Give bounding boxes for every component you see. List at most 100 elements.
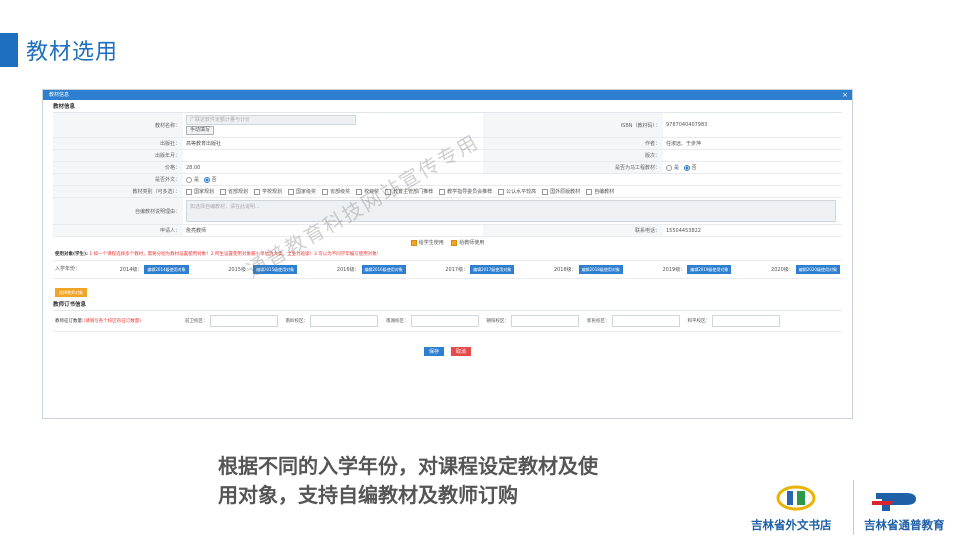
category-option[interactable]: 教学指导委员会推荐 [439, 188, 493, 195]
manual-entry-button[interactable]: 手动填写 [186, 126, 215, 135]
category-label: 教材类别（可多选）： [53, 185, 183, 198]
year-2017: 2017级： 编辑2017级使用对象 [445, 265, 515, 274]
textbook-name-input[interactable]: 广联达软件定额计量与计价 [186, 115, 356, 125]
caption-line-1: 根据不同的入学年份，对课程设定教材及使 [218, 454, 598, 478]
category-label-text: 学校规划 [262, 189, 283, 195]
student-use-checkbox[interactable] [410, 239, 417, 246]
category-option[interactable]: 省部规划 [220, 188, 248, 195]
foreign-no-radio[interactable] [203, 176, 210, 183]
marx-yes-radio[interactable] [666, 164, 672, 171]
campus-label: 新民校区： [587, 319, 610, 324]
self-reason-label: 自编教材说明理由： [53, 197, 183, 225]
self-reason-textarea[interactable]: 如选择自编教材，请在此说明... [186, 200, 836, 222]
logo-divider [853, 480, 854, 535]
order-label: 教师征订数量: [55, 319, 84, 324]
marx-no-label: 否 [691, 165, 697, 171]
category-checkbox[interactable] [254, 188, 261, 195]
cancel-button[interactable]: 取消 [451, 347, 472, 356]
usage-notice: 使用对象(学生): 1.如一个课程选择多个教材，需要分别为教材设置使用对象！2.… [53, 248, 842, 261]
category-checkbox[interactable] [385, 188, 392, 195]
dialog-title: 教材信息 [49, 92, 70, 98]
category-option[interactable]: 自编教材 [586, 188, 615, 195]
category-checkbox[interactable] [186, 188, 192, 195]
foreign-no-label: 否 [211, 177, 217, 183]
category-option[interactable]: 教育主管部门推荐 [385, 188, 433, 195]
edit-2017-button[interactable]: 编辑2017级使用对象 [470, 265, 515, 274]
year-label: 2017级： [445, 267, 469, 273]
campus-6-input[interactable] [712, 315, 780, 327]
category-option[interactable]: 公认水平较高 [498, 188, 536, 195]
select-teacher-button[interactable]: 选择教师对象 [55, 288, 87, 297]
foreign-yes-radio[interactable] [186, 176, 192, 183]
year-2014: 2014级： 编辑2014级使用对象 [120, 265, 189, 274]
pubdate-value [183, 149, 483, 162]
enroll-year-row: 入学年份： 2014级： 编辑2014级使用对象 2015级： 编辑2015级使用对… [53, 261, 842, 279]
slide-title: 教材选用 [26, 40, 119, 65]
campus-label: 和平校区： [687, 319, 711, 324]
category-label-text: 教学指导委员会推荐 [447, 189, 493, 195]
author-label: 作者： [483, 137, 663, 150]
category-option[interactable]: 校级奖 [356, 188, 379, 195]
category-option[interactable]: 学校规划 [254, 188, 283, 195]
year-2016: 2016级： 编辑2016级使用对象 [337, 265, 406, 274]
price-label: 价格： [53, 161, 183, 174]
category-checkbox[interactable] [356, 188, 363, 195]
edit-2020-button[interactable]: 编辑2020级使用对象 [795, 265, 840, 274]
campus-6: 和平校区： [687, 315, 780, 327]
teacher-use-checkbox[interactable] [451, 239, 458, 246]
category-checkbox[interactable] [288, 188, 295, 195]
edit-2014-button[interactable]: 编辑2014级使用对象 [144, 265, 189, 274]
category-option[interactable]: 省部级奖 [322, 188, 351, 195]
campus-3-input[interactable] [410, 315, 479, 327]
campus-1-input[interactable] [209, 315, 278, 327]
marx-no-radio[interactable] [683, 164, 690, 171]
phone-value: 15504453822 [663, 224, 842, 237]
campus-5-input[interactable] [611, 315, 680, 327]
marx-yes-label: 是 [674, 165, 680, 171]
dialog-titlebar: 教材信息 × [43, 90, 852, 100]
campus-2-input[interactable] [310, 315, 378, 327]
category-option[interactable]: 国家规划 [186, 188, 214, 195]
textbook-dialog: 教材信息 × 教材信息 教材名称： 广联达软件定额计量与计价 手动填写 ISBN… [42, 89, 853, 419]
teacher-use-label: 给教师使用 [459, 240, 485, 246]
publisher-label: 出版社： [53, 137, 183, 150]
usage-label: 使用对象(学生): [55, 252, 88, 257]
dialog-footer: 保存 取消 [53, 332, 842, 357]
category-checkbox[interactable] [220, 188, 227, 195]
campus-4-input[interactable] [511, 315, 579, 327]
close-icon[interactable]: × [842, 90, 848, 100]
save-button[interactable]: 保存 [423, 347, 444, 356]
section-textbook-info: 教材信息 [53, 102, 842, 113]
slide-caption: 根据不同的入学年份，对课程设定教材及使 用对象，支持自编教材及教师订购 [218, 452, 688, 510]
category-checkbox[interactable] [439, 188, 446, 195]
edit-2018-button[interactable]: 编辑2018级使用对象 [578, 265, 623, 274]
foreign-bookstore-logo-icon [776, 485, 816, 515]
category-checkbox[interactable] [498, 188, 505, 195]
edit-2019-button[interactable]: 编辑2019级使用对象 [687, 265, 732, 274]
category-option[interactable]: 国外原版教材 [542, 188, 580, 195]
title-accent-bar [0, 33, 18, 67]
campus-label: 南岭校区： [285, 319, 309, 324]
foreign-yes-label: 是 [194, 177, 200, 183]
edit-2015-button[interactable]: 编辑2015级使用对象 [252, 265, 298, 274]
category-checkbox[interactable] [542, 188, 549, 195]
isbn-value: 9787040407983 [663, 113, 842, 138]
author-value: 任淑远、于步萍 [663, 137, 842, 150]
year-2020: 2020级： 编辑2020级使用对象 [771, 265, 840, 274]
year-label: 2015级： [228, 267, 251, 273]
order-label-group: 教师征订数量:(请填写各个校区的征订数量) [55, 318, 185, 324]
edit-2016-button[interactable]: 编辑2016级使用对象 [361, 265, 406, 274]
category-option[interactable]: 国家级奖 [288, 188, 316, 195]
year-label: 2018级： [553, 267, 577, 273]
category-checkbox[interactable] [586, 188, 593, 195]
year-2018: 2018级： 编辑2018级使用对象 [554, 265, 623, 274]
campus-1: 前卫校区： [185, 315, 278, 327]
name-label: 教材名称： [53, 113, 183, 138]
category-label-text: 自编教材 [594, 189, 615, 195]
section-teacher-order: 教师订书信息 [53, 300, 842, 311]
year-label: 2016级： [336, 267, 360, 273]
caption-line-2: 用对象，支持自编教材及教师订购 [218, 483, 518, 507]
category-label-text: 省部级奖 [330, 189, 351, 195]
foreign-bookstore-name: 吉林省外文书店 [751, 518, 832, 532]
category-checkbox[interactable] [322, 188, 329, 195]
